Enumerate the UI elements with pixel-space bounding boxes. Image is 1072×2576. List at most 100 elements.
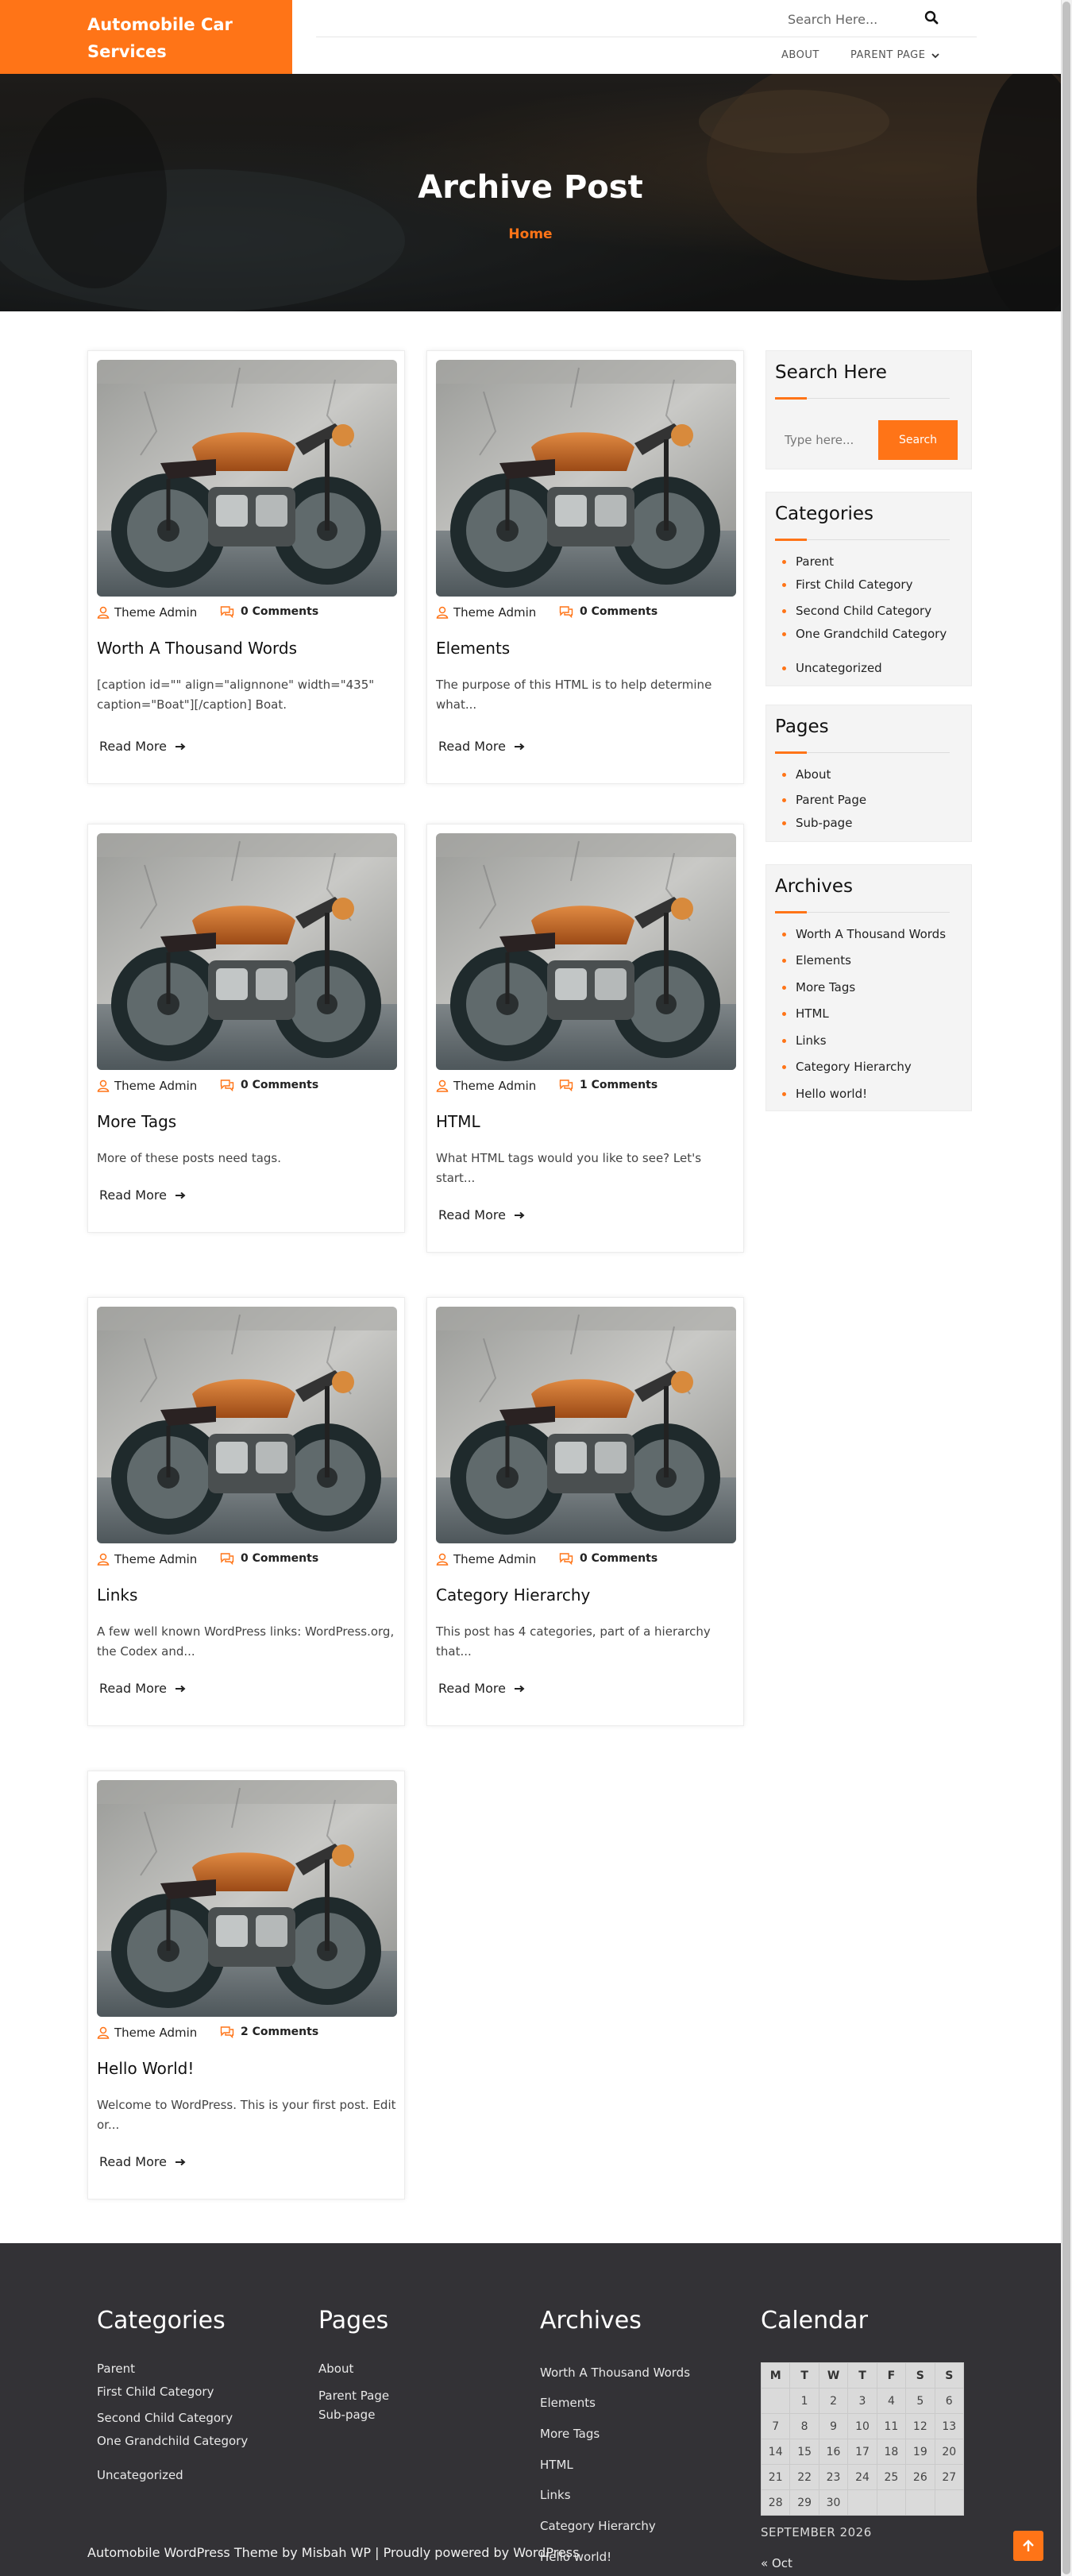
post-title[interactable]: Links — [97, 1585, 397, 1605]
bullet-icon — [782, 1011, 786, 1016]
post-excerpt: A few well known WordPress links: WordPr… — [97, 1624, 395, 1659]
sidebar-page-item[interactable]: Sub-page — [782, 816, 852, 830]
arrow-right-icon — [175, 2158, 186, 2165]
scrollbar-thumb[interactable] — [1062, 2, 1070, 2574]
sidebar-category-item[interactable]: One Grandchild Category — [782, 627, 947, 641]
calendar-weekday: T — [789, 2362, 819, 2389]
sidebar-search-input[interactable] — [775, 420, 878, 460]
post-thumbnail[interactable] — [97, 1307, 397, 1543]
footer-category-item[interactable]: Parent — [97, 2362, 135, 2376]
footer-category-item[interactable]: Second Child Category — [97, 2411, 233, 2425]
bullet-icon — [782, 666, 786, 670]
sidebar-archive-item[interactable]: Category Hierarchy — [782, 1060, 912, 1074]
read-more-link[interactable]: Read More — [438, 1207, 525, 1222]
user-icon — [97, 606, 110, 619]
read-more-link[interactable]: Read More — [99, 1188, 186, 1203]
post-title[interactable]: HTML — [436, 1112, 736, 1131]
post-title[interactable]: Hello World! — [97, 2059, 397, 2078]
header-search-input[interactable] — [786, 8, 889, 30]
calendar-day — [847, 2489, 877, 2516]
nav-item-about[interactable]: ABOUT — [781, 49, 819, 61]
sidebar-archive-item[interactable]: More Tags — [782, 980, 855, 994]
footer-page-item[interactable]: About — [318, 2362, 353, 2376]
site-logo[interactable]: Automobile Car Services — [87, 11, 270, 65]
nav-item-parent-page[interactable]: PARENT PAGE — [850, 49, 940, 61]
breadcrumb-home[interactable]: Home — [0, 226, 1061, 242]
post-author[interactable]: Theme Admin — [436, 1079, 536, 1093]
footer-archive-item[interactable]: HTML — [540, 2458, 573, 2472]
sidebar-page-item[interactable]: About — [782, 767, 831, 782]
sidebar-category-item[interactable]: First Child Category — [782, 577, 912, 592]
post-thumbnail[interactable] — [97, 1780, 397, 2017]
footer-archive-item[interactable]: Category Hierarchy — [540, 2519, 656, 2533]
page-scrollbar[interactable] — [1061, 0, 1072, 2576]
post-author[interactable]: Theme Admin — [436, 605, 536, 620]
calendar-day: 7 — [760, 2413, 791, 2439]
calendar-weekday: T — [847, 2362, 877, 2389]
item-label: Parent — [796, 554, 835, 569]
calendar-day: 22 — [789, 2464, 819, 2490]
post-title[interactable]: More Tags — [97, 1112, 397, 1131]
post-author[interactable]: Theme Admin — [97, 1552, 197, 1566]
header-search-button[interactable] — [920, 6, 943, 30]
post-comments[interactable]: 0 Comments — [220, 605, 318, 618]
read-more-link[interactable]: Read More — [99, 2154, 186, 2169]
post-comments[interactable]: 0 Comments — [220, 1079, 318, 1091]
footer-category-item[interactable]: One Grandchild Category — [97, 2434, 248, 2448]
post-title[interactable]: Category Hierarchy — [436, 1585, 736, 1605]
sidebar-archive-item[interactable]: Worth A Thousand Words — [782, 927, 946, 941]
read-more-link[interactable]: Read More — [99, 739, 186, 754]
read-more-link[interactable]: Read More — [438, 1681, 525, 1696]
post-author[interactable]: Theme Admin — [97, 1079, 197, 1093]
post-author[interactable]: Theme Admin — [97, 605, 197, 620]
widget-title-underline — [775, 539, 807, 541]
read-more-link[interactable]: Read More — [99, 1681, 186, 1696]
sidebar-category-item[interactable]: Uncategorized — [782, 661, 882, 675]
main-nav: ABOUT PARENT PAGE — [316, 38, 977, 74]
post-title[interactable]: Elements — [436, 639, 736, 658]
calendar-caption: SEPTEMBER 2026 — [761, 2525, 872, 2539]
footer-archive-item[interactable]: More Tags — [540, 2427, 600, 2441]
post-thumbnail[interactable] — [97, 360, 397, 597]
sidebar-archive-item[interactable]: Hello world! — [782, 1087, 867, 1101]
footer-archive-item[interactable]: Links — [540, 2488, 571, 2502]
footer-page-item[interactable]: Parent Page — [318, 2389, 389, 2403]
footer-category-item[interactable]: Uncategorized — [97, 2468, 183, 2482]
calendar-prev-link[interactable]: « Oct — [761, 2556, 792, 2570]
sidebar-archive-item[interactable]: Elements — [782, 953, 851, 967]
footer-archive-item[interactable]: Worth A Thousand Words — [540, 2366, 690, 2380]
logo-box[interactable]: Automobile Car Services — [0, 0, 292, 74]
sidebar-category-item[interactable]: Second Child Category — [782, 604, 931, 618]
footer-page-item[interactable]: Sub-page — [318, 2408, 375, 2422]
comments-count: 0 Comments — [241, 1079, 319, 1091]
sidebar-category-item[interactable]: Parent — [782, 554, 834, 569]
read-more-link[interactable]: Read More — [438, 739, 525, 754]
post-author[interactable]: Theme Admin — [436, 1552, 536, 1566]
calendar-weekday: F — [876, 2362, 907, 2389]
comments-count: 0 Comments — [241, 1552, 319, 1565]
sidebar-archive-item[interactable]: Links — [782, 1033, 827, 1048]
post-thumbnail[interactable] — [97, 833, 397, 1070]
post-comments[interactable]: 0 Comments — [220, 1552, 318, 1565]
comments-count: 0 Comments — [580, 605, 658, 618]
calendar-day: 14 — [760, 2439, 791, 2465]
post-comments[interactable]: 0 Comments — [559, 1552, 657, 1565]
sidebar-archive-item[interactable]: HTML — [782, 1006, 829, 1021]
sidebar-page-item[interactable]: Parent Page — [782, 793, 866, 807]
user-icon — [436, 606, 449, 619]
post-author[interactable]: Theme Admin — [97, 2026, 197, 2040]
scroll-to-top-button[interactable] — [1013, 2531, 1043, 2561]
sidebar-archives-widget: Archives Worth A Thousand Words Elements… — [765, 864, 972, 1111]
widget-divider — [807, 912, 950, 913]
footer-category-item[interactable]: First Child Category — [97, 2385, 214, 2399]
post-title[interactable]: Worth A Thousand Words — [97, 639, 397, 658]
post-comments[interactable]: 1 Comments — [559, 1079, 657, 1091]
post-thumbnail[interactable] — [436, 833, 736, 1070]
post-comments[interactable]: 2 Comments — [220, 2026, 318, 2038]
post-thumbnail[interactable] — [436, 360, 736, 597]
sidebar-search-button[interactable]: Search — [878, 420, 958, 460]
motorcycle-image — [436, 833, 736, 1070]
footer-archive-item[interactable]: Elements — [540, 2396, 596, 2410]
post-comments[interactable]: 0 Comments — [559, 605, 657, 618]
post-thumbnail[interactable] — [436, 1307, 736, 1543]
